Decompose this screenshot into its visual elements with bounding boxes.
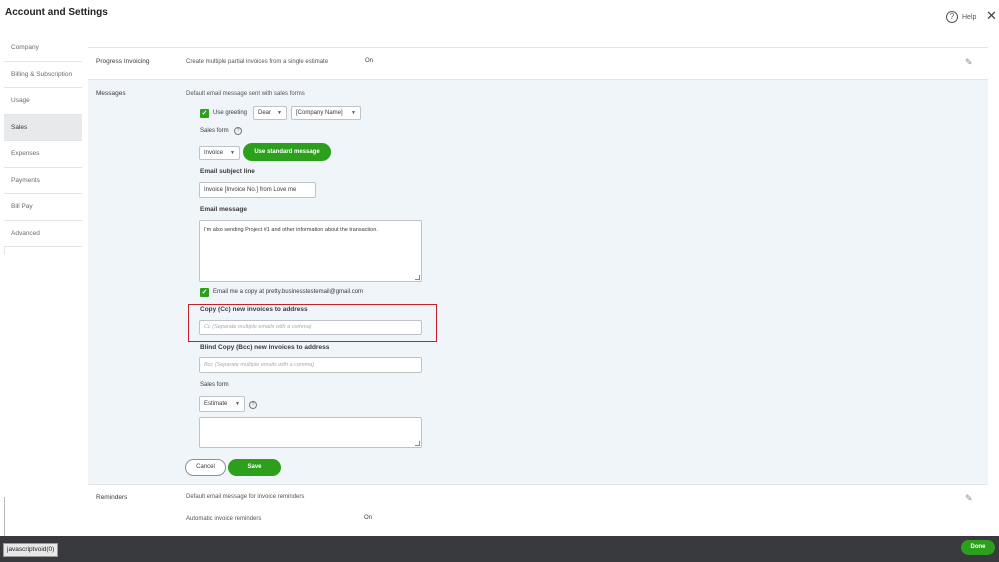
progress-invoicing-description: Create multiple partial invoices from a …: [186, 59, 329, 65]
edit-reminders-pencil-icon[interactable]: ✎: [965, 493, 973, 504]
email-subject-label: Email subject line: [200, 168, 255, 175]
bcc-label: Blind Copy (Bcc) new invoices to address: [200, 344, 330, 351]
save-button[interactable]: Save: [228, 459, 281, 476]
cc-input[interactable]: Cc (Separate multiple emails with a comm…: [199, 320, 422, 335]
email-message-label: Email message: [200, 206, 247, 213]
reminders-label: Reminders: [96, 494, 128, 501]
auto-reminders-value: On: [364, 515, 373, 521]
sales-form-select[interactable]: Invoice ▼: [199, 146, 240, 160]
info-icon[interactable]: ?: [234, 127, 242, 135]
greeting-select[interactable]: Dear ▼: [253, 106, 287, 120]
resize-handle-icon[interactable]: [415, 275, 420, 280]
edit-progress-invoicing-pencil-icon[interactable]: ✎: [965, 57, 973, 68]
chevron-down-icon: ▼: [230, 150, 235, 156]
sidebar-item-usage[interactable]: Usage: [4, 88, 82, 115]
sales-form-value: Invoice: [204, 150, 224, 156]
email-subject-input[interactable]: Invoice [Invoice No.] from Love me: [199, 182, 316, 198]
email-copy-label: Email me a copy at pretty.businesstestem…: [213, 289, 364, 295]
sidebar-item-company[interactable]: Company: [4, 35, 82, 62]
sales-form-label: Sales form: [200, 128, 229, 134]
chevron-down-icon: ▼: [351, 110, 356, 116]
chevron-down-icon: ▼: [235, 401, 240, 407]
sidebar-item-bill-pay[interactable]: Bill Pay: [4, 194, 82, 221]
cc-label: Copy (Cc) new invoices to address: [200, 306, 308, 313]
info-icon[interactable]: ?: [249, 401, 257, 409]
email-copy-checkbox[interactable]: ✓: [200, 288, 209, 297]
sidebar-item-expenses[interactable]: Expenses: [4, 141, 82, 168]
cancel-button[interactable]: Cancel: [185, 459, 226, 476]
sales-form-2-label: Sales form: [200, 382, 229, 388]
sales-form-2-select[interactable]: Estimate ▼: [199, 396, 245, 412]
progress-invoicing-value: On: [365, 58, 374, 64]
greeting-name-value: [Company Name]: [296, 110, 343, 116]
page-title: Account and Settings: [5, 7, 108, 18]
sales-form-2-textarea[interactable]: [199, 417, 422, 448]
use-standard-message-button[interactable]: Use standard message: [243, 143, 331, 161]
sidebar-item-payments[interactable]: Payments: [4, 167, 82, 194]
sales-form-2-value: Estimate: [204, 401, 228, 407]
bcc-placeholder: Bcc (Separate multiple emails with a com…: [204, 362, 315, 368]
bcc-input[interactable]: Bcc (Separate multiple emails with a com…: [199, 357, 422, 373]
sidebar-item-billing[interactable]: Billing & Subscription: [4, 61, 82, 88]
done-button[interactable]: Done: [961, 540, 995, 555]
help-icon: ?: [946, 11, 958, 23]
help-button[interactable]: ? Help: [946, 11, 976, 23]
sidebar-item-advanced[interactable]: Advanced: [4, 220, 82, 247]
email-message-text: I'm also sending Project #1 and other in…: [204, 227, 378, 233]
greeting-value: Dear: [258, 110, 272, 116]
messages-label: Messages: [96, 90, 126, 97]
footer-bar: [0, 536, 999, 562]
chevron-down-icon: ▼: [277, 110, 282, 116]
messages-description: Default email message sent with sales fo…: [186, 91, 305, 97]
sidebar: Company Billing & Subscription Usage Sal…: [4, 35, 82, 247]
sidebar-item-sales[interactable]: Sales: [4, 114, 82, 141]
cc-placeholder: Cc (Separate multiple emails with a comm…: [204, 324, 312, 330]
greeting-name-select[interactable]: [Company Name] ▼: [291, 106, 361, 120]
progress-invoicing-label: Progress Invoicing: [96, 58, 150, 65]
use-greeting-checkbox[interactable]: ✓: [200, 109, 209, 118]
use-greeting-label: Use greeting: [213, 110, 248, 116]
reminders-description: Default email message for invoice remind…: [186, 494, 305, 500]
auto-reminders-label: Automatic invoice reminders: [186, 516, 262, 522]
help-label: Help: [962, 13, 977, 21]
resize-handle-icon[interactable]: [415, 441, 420, 446]
sidebar-divider: [4, 497, 5, 537]
status-bar-url: javascriptvoid(0): [3, 543, 59, 557]
close-icon[interactable]: ✕: [986, 9, 997, 22]
email-message-textarea[interactable]: I'm also sending Project #1 and other in…: [199, 220, 422, 282]
